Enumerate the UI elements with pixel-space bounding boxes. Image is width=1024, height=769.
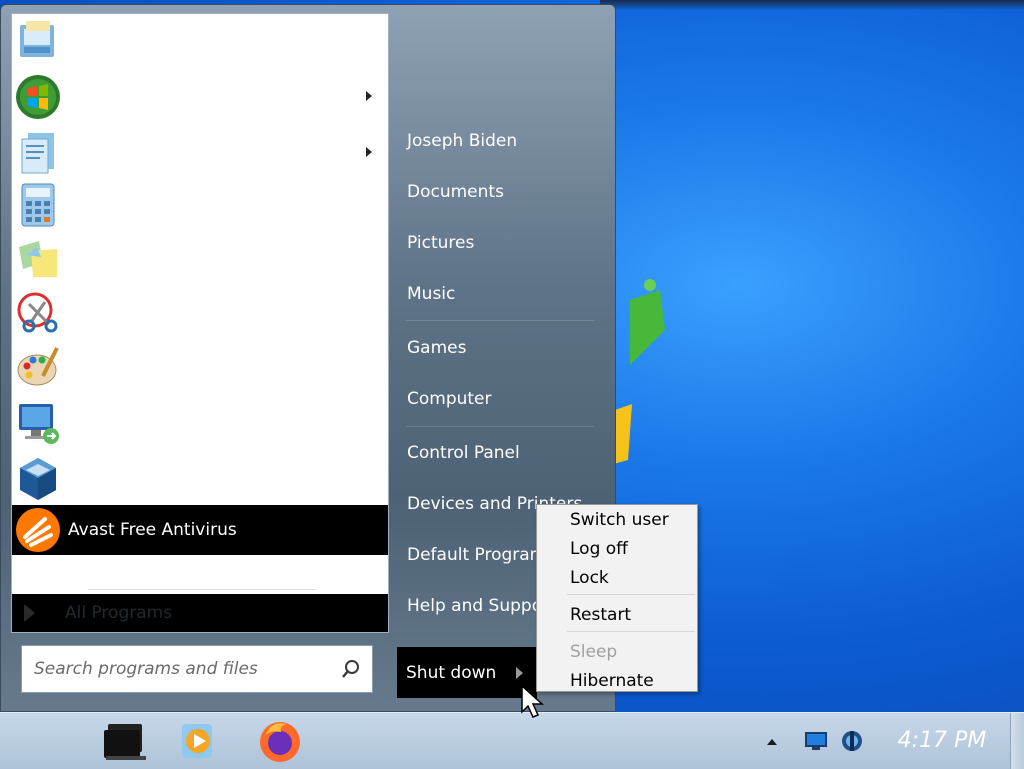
play-arrow-icon (24, 604, 35, 622)
firefox-icon[interactable] (254, 717, 306, 765)
program-remote-desktop[interactable] (12, 398, 388, 448)
remote-desktop-icon (14, 399, 62, 447)
windows-media-player-icon[interactable] (172, 717, 224, 765)
documents-link[interactable]: Documents (397, 172, 597, 212)
mouse-cursor-icon (521, 684, 544, 718)
virtualbox-icon (14, 455, 62, 503)
snipping-tool-icon (14, 289, 62, 337)
menu-item-lock[interactable]: Lock (537, 564, 697, 592)
menu-item-switch-user[interactable]: Switch user (537, 506, 697, 534)
separator (405, 426, 595, 427)
search-box[interactable] (21, 645, 373, 693)
music-link[interactable]: Music (397, 274, 597, 314)
program-snipping-tool[interactable] (12, 288, 388, 338)
wordpad-icon (14, 129, 62, 177)
separator (567, 631, 695, 632)
menu-item-restart[interactable]: Restart (537, 601, 697, 629)
desktop-edge (600, 0, 1024, 10)
show-hidden-icons-arrow[interactable] (767, 739, 777, 745)
all-programs-label: All Programs (65, 603, 173, 623)
show-desktop-button[interactable] (1010, 713, 1024, 769)
shutdown-button[interactable]: Shut down (397, 647, 537, 698)
program-windows-media-center[interactable] (12, 72, 388, 122)
computer-link[interactable]: Computer (397, 379, 597, 419)
taskbar: 4:17 PM (0, 712, 1024, 769)
programs-pane: Avast Free Antivirus All Programs (11, 13, 389, 633)
chevron-right-icon (515, 666, 523, 679)
menu-item-log-off[interactable]: Log off (537, 535, 697, 563)
program-virtualbox[interactable] (12, 454, 388, 504)
paint-icon (14, 343, 62, 391)
program-calculator[interactable] (12, 180, 388, 230)
pictures-link[interactable]: Pictures (397, 223, 597, 263)
games-link[interactable]: Games (397, 328, 597, 368)
calculator-icon (14, 181, 62, 229)
windows-explorer-icon[interactable] (98, 717, 150, 765)
separator (88, 589, 316, 590)
submenu-arrow-icon (366, 91, 372, 101)
search-input[interactable] (32, 658, 340, 680)
program-avast[interactable]: Avast Free Antivirus (12, 505, 388, 555)
search-icon[interactable] (340, 658, 362, 680)
program-label: Avast Free Antivirus (68, 520, 237, 540)
separator (405, 320, 595, 321)
separator (567, 594, 695, 595)
avast-icon (14, 506, 62, 554)
menu-item-hibernate[interactable]: Hibernate (537, 667, 697, 695)
clock[interactable]: 4:17 PM (880, 725, 1004, 757)
windows-media-center-icon (14, 73, 62, 121)
getting-started-icon (14, 17, 62, 65)
program-paint[interactable] (12, 342, 388, 392)
program-getting-started[interactable] (12, 16, 388, 66)
program-sticky-notes[interactable] (12, 234, 388, 284)
control-panel-link[interactable]: Control Panel (397, 433, 597, 473)
user-folder-link[interactable]: Joseph Biden (397, 121, 597, 161)
all-programs-button[interactable]: All Programs (12, 594, 388, 632)
network-icon[interactable] (804, 731, 828, 751)
submenu-arrow-icon (366, 147, 372, 157)
shutdown-options-menu: Switch user Log off Lock Restart Sleep H… (536, 504, 698, 692)
program-wordpad[interactable] (12, 128, 388, 178)
shutdown-label: Shut down (406, 662, 497, 683)
windows-wallpaper-logo-icon (610, 279, 665, 465)
sticky-notes-icon (14, 235, 62, 283)
volume-icon[interactable] (840, 729, 864, 753)
start-menu: Avast Free Antivirus All Programs Joseph… (0, 4, 616, 712)
menu-item-sleep: Sleep (570, 642, 618, 662)
